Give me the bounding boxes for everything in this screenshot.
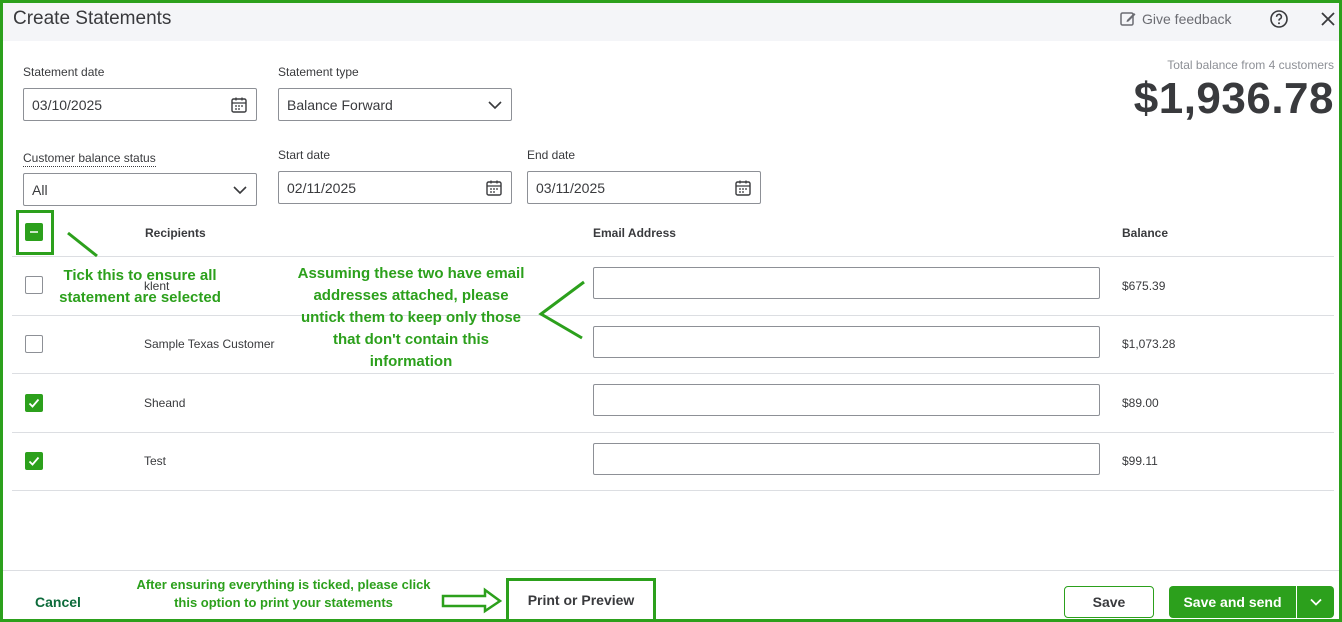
email-input[interactable] — [593, 326, 1100, 358]
indeterminate-icon — [30, 231, 38, 233]
checkmark-icon — [28, 456, 40, 466]
statement-date-input[interactable]: 03/10/2025 — [23, 88, 257, 121]
column-header-email[interactable]: Email Address — [593, 226, 676, 240]
balance-value: $1,073.28 — [1122, 337, 1176, 351]
page-title: Create Statements — [13, 8, 172, 29]
start-date-value: 02/11/2025 — [287, 179, 357, 196]
balance-value: $89.00 — [1122, 396, 1159, 410]
recipient-name: Sample Texas Customer — [144, 337, 275, 351]
column-header-recipients[interactable]: Recipients — [145, 226, 206, 240]
help-icon[interactable] — [1269, 9, 1289, 29]
start-date-label: Start date — [278, 148, 331, 162]
statement-type-value: Balance Forward — [287, 96, 393, 113]
email-note: Assuming these two have email addresses … — [297, 265, 525, 370]
row-checkbox[interactable] — [25, 276, 43, 294]
statement-date-label: Statement date — [23, 65, 105, 79]
recipient-name: Sheand — [144, 396, 186, 410]
statement-type-select[interactable]: Balance Forward — [278, 88, 512, 121]
end-date-input[interactable]: 03/11/2025 — [527, 171, 761, 204]
print-or-preview-label: Print or Preview — [527, 592, 635, 608]
row-checkbox[interactable] — [25, 335, 43, 353]
end-date-label: End date — [527, 148, 576, 162]
email-input[interactable] — [593, 267, 1100, 299]
select-all-note: Tick this to ensure all statement are se… — [59, 267, 221, 306]
recipient-name: Test — [144, 454, 167, 468]
chevron-down-icon — [488, 100, 502, 109]
select-all-checkbox[interactable] — [25, 223, 43, 241]
email-input[interactable] — [593, 384, 1100, 416]
select-all-pointer-line — [67, 231, 98, 258]
save-button[interactable]: Save — [1064, 586, 1154, 618]
table-row: Sample Texas Customer $1,073.28 — [12, 315, 1334, 374]
row-checkbox[interactable] — [25, 452, 43, 470]
chevron-down-icon — [1309, 598, 1322, 606]
close-icon[interactable] — [1319, 10, 1337, 28]
cancel-button[interactable]: Cancel — [35, 594, 81, 610]
end-date-value: 03/11/2025 — [536, 179, 606, 196]
save-label: Save — [1092, 594, 1126, 610]
print-note: After ensuring everything is ticked, ple… — [136, 577, 431, 610]
total-balance-amount: $1,936.78 — [1133, 74, 1334, 123]
statement-date-value: 03/10/2025 — [32, 96, 103, 113]
balance-value: $99.11 — [1122, 454, 1158, 468]
balance-value: $675.39 — [1122, 279, 1166, 293]
statement-type-label: Statement type — [278, 65, 359, 79]
checkmark-icon — [28, 398, 40, 408]
calendar-icon[interactable] — [485, 179, 503, 197]
split-button-divider — [1296, 586, 1297, 618]
start-date-input[interactable]: 02/11/2025 — [278, 171, 512, 204]
row-checkbox[interactable] — [25, 394, 43, 412]
customer-balance-status-label[interactable]: Customer balance status — [23, 151, 156, 167]
feedback-icon — [1120, 12, 1136, 26]
calendar-icon[interactable] — [230, 96, 248, 114]
table-row: Test $99.11 — [12, 432, 1334, 491]
give-feedback-link[interactable]: Give feedback — [1119, 10, 1232, 28]
save-and-send-label: Save and send — [1183, 594, 1282, 610]
table-row: Sheand $89.00 — [12, 374, 1334, 433]
total-balance-label: Total balance from 4 customers — [1167, 58, 1334, 72]
save-and-send-button[interactable]: Save and send — [1169, 586, 1296, 618]
email-input[interactable] — [593, 443, 1100, 475]
dialog-header: Create Statements Give feedback — [3, 3, 1339, 41]
footer-divider — [3, 570, 1339, 571]
chevron-down-icon — [233, 185, 247, 194]
save-options-dropdown[interactable] — [1297, 586, 1334, 618]
print-or-preview-button[interactable]: Print or Preview — [506, 578, 656, 622]
give-feedback-label: Give feedback — [1142, 11, 1232, 27]
customer-balance-status-value: All — [32, 181, 48, 198]
print-arrow — [441, 587, 503, 614]
column-header-balance[interactable]: Balance — [1122, 226, 1168, 240]
calendar-icon[interactable] — [734, 179, 752, 197]
customer-balance-status-select[interactable]: All — [23, 173, 257, 206]
